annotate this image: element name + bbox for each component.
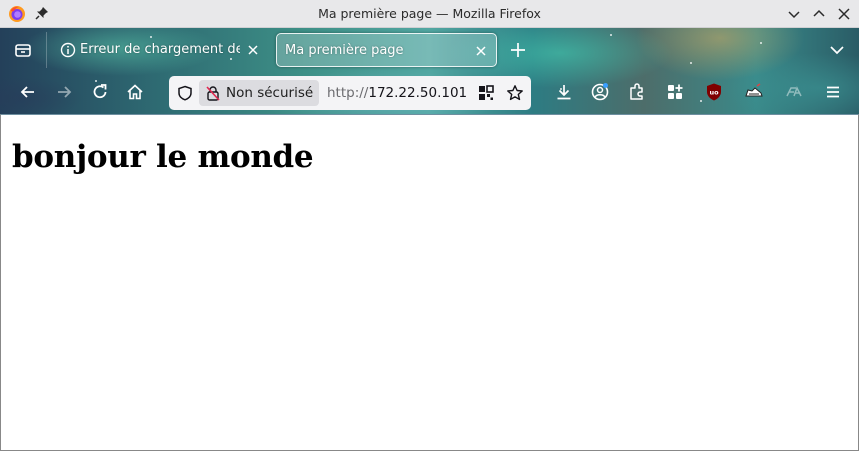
tab-label: Erreur de chargement de la page [80, 42, 240, 57]
list-all-tabs-button[interactable] [828, 41, 846, 59]
back-button[interactable] [18, 82, 38, 102]
close-tab-icon[interactable] [474, 44, 488, 58]
firefox-view-button[interactable] [6, 34, 40, 66]
reload-button[interactable] [90, 82, 110, 102]
new-tab-button[interactable] [508, 40, 528, 60]
navigation-bar: Non sécurisé http://172.22.50.101 uo [0, 72, 859, 114]
close-tab-icon[interactable] [246, 43, 260, 57]
tracking-protection-shield-icon[interactable] [177, 85, 193, 101]
tab-active-page[interactable]: Ma première page [276, 33, 497, 67]
site-identity-button[interactable]: Non sécurisé [199, 80, 319, 106]
extensions-icon[interactable] [627, 82, 647, 102]
firefox-view-icon [15, 44, 31, 57]
minimize-button[interactable] [786, 6, 802, 22]
extension-sneaker-icon[interactable] [744, 82, 764, 102]
url-bar[interactable]: Non sécurisé http://172.22.50.101 [169, 76, 531, 110]
extension-grid-icon[interactable] [665, 82, 685, 102]
tab-label: Ma première page [285, 43, 404, 58]
not-secure-label: Non sécurisé [226, 85, 314, 101]
tab-strip: Erreur de chargement de la page Ma premi… [0, 28, 859, 72]
maximize-button[interactable] [811, 6, 827, 22]
page-content: bonjour le monde [0, 114, 859, 451]
forward-button[interactable] [54, 82, 74, 102]
svg-text:uo: uo [709, 89, 719, 97]
home-button[interactable] [125, 82, 145, 102]
window-titlebar: Ma première page — Mozilla Firefox [0, 0, 859, 28]
account-icon[interactable] [590, 82, 610, 102]
url-scheme: http:// [327, 85, 369, 101]
bookmark-star-icon[interactable] [506, 84, 524, 102]
info-icon [60, 42, 76, 58]
ublock-icon[interactable]: uo [704, 82, 724, 102]
page-heading: bonjour le monde [12, 139, 314, 175]
browser-toolbar-area: Erreur de chargement de la page Ma premi… [0, 28, 859, 114]
menu-icon[interactable] [823, 82, 843, 102]
url-host: 172.22.50.101 [368, 85, 468, 101]
insecure-lock-icon [206, 86, 220, 101]
close-window-button[interactable] [836, 6, 852, 22]
tab-error-page[interactable]: Erreur de chargement de la page [50, 33, 268, 67]
window-title: Ma première page — Mozilla Firefox [318, 6, 541, 21]
extension-ea-icon[interactable] [784, 82, 804, 102]
download-icon[interactable] [554, 82, 574, 102]
tab-separator [46, 32, 47, 68]
url-text[interactable]: http://172.22.50.101 [327, 85, 467, 101]
qr-code-icon[interactable] [478, 85, 494, 101]
